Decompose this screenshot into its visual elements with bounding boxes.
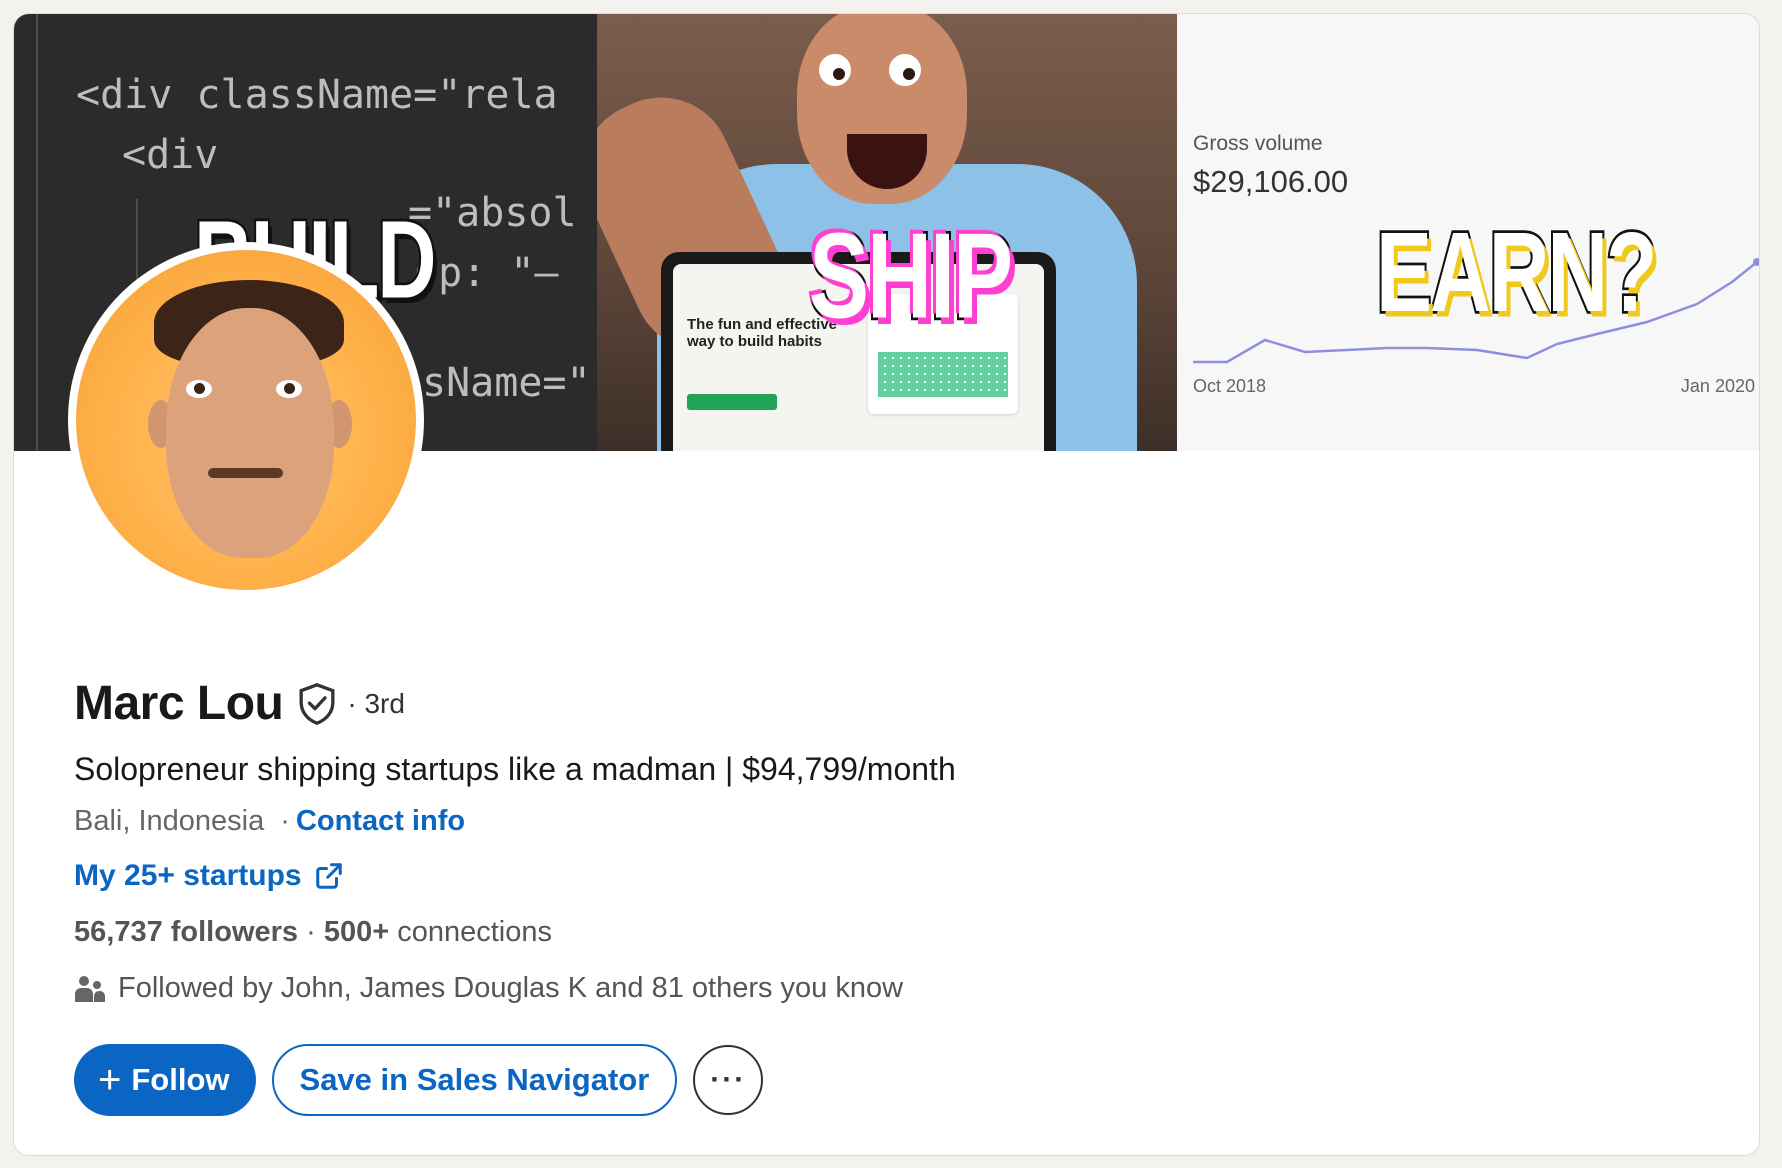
avatar-eye	[186, 380, 212, 398]
external-link-icon	[315, 863, 342, 889]
location-separator: ·	[280, 805, 290, 837]
code-line: sName="	[422, 360, 591, 406]
avatar-eye	[276, 380, 302, 398]
code-line: <div	[122, 132, 219, 178]
tablet-habit-grid	[878, 352, 1008, 397]
code-line: op: "–	[414, 250, 559, 296]
axis-start-label: Oct 2018	[1193, 376, 1267, 396]
followers-count[interactable]: 56,737 followers	[74, 916, 298, 948]
avatar-mustache	[208, 468, 283, 478]
sales-navigator-label: Save in Sales Navigator	[299, 1062, 650, 1097]
profile-card: <div className="rela <div ="absol op: "–…	[13, 13, 1760, 1156]
person-eye	[889, 54, 921, 86]
website-link[interactable]: My 25+ startups	[74, 859, 344, 893]
name-row: Marc Lou · 3rd	[74, 676, 405, 731]
follow-button[interactable]: + Follow	[74, 1044, 256, 1116]
verified-shield-icon[interactable]	[297, 682, 337, 726]
axis-end-label: Jan 2020	[1680, 376, 1755, 396]
contact-info-link[interactable]: Contact info	[296, 805, 465, 838]
stats-separator: ·	[298, 916, 324, 948]
person-eye	[819, 54, 851, 86]
avatar[interactable]	[76, 250, 416, 590]
people-icon	[75, 975, 105, 1002]
banner-word-ship: SHIP	[807, 207, 1015, 347]
more-actions-button[interactable]: ···	[693, 1045, 764, 1115]
profile-location: Bali, Indonesia	[74, 805, 265, 837]
website-link-label: My 25+ startups	[74, 859, 302, 892]
location-row: Bali, Indonesia · Contact info	[74, 805, 465, 838]
avatar-face	[166, 308, 334, 558]
connections-label: connections	[389, 916, 552, 948]
mutual-connections-text: Followed by John, James Douglas K and 81…	[118, 972, 904, 1004]
profile-headline: Solopreneur shipping startups like a mad…	[74, 751, 956, 787]
tablet-cta	[687, 394, 777, 410]
banner-word-earn: EARN?	[1374, 206, 1659, 338]
plus-icon: +	[98, 1058, 122, 1102]
connection-degree: · 3rd	[347, 687, 405, 719]
code-gutter	[36, 14, 38, 451]
follow-button-label: Follow	[131, 1062, 230, 1097]
profile-actions: + Follow Save in Sales Navigator ···	[74, 1044, 764, 1116]
network-stats: 56,737 followers · 500+ connections	[74, 916, 552, 949]
mutual-connections[interactable]: Followed by John, James Douglas K and 81…	[74, 972, 903, 1005]
profile-name: Marc Lou	[74, 677, 284, 730]
connections-count[interactable]: 500+	[324, 916, 389, 948]
more-horizontal-icon: ···	[710, 1063, 747, 1096]
code-line: <div className="rela	[76, 72, 558, 118]
save-in-sales-navigator-button[interactable]: Save in Sales Navigator	[271, 1044, 678, 1116]
